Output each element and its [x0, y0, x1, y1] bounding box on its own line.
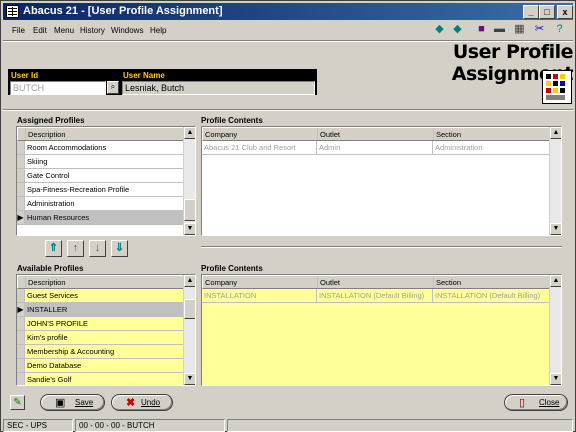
calculator-icon[interactable]: ▦ — [511, 21, 528, 38]
column-header-outlet[interactable]: Outlet — [318, 276, 434, 288]
scroll-up-icon[interactable]: ▲ — [550, 127, 561, 139]
scroll-up-icon[interactable]: ▲ — [184, 275, 195, 287]
table-row[interactable]: Membership & Accounting — [17, 345, 185, 359]
lookup-icon[interactable]: ⌕ — [107, 81, 119, 94]
print-icon[interactable]: ▬ — [491, 21, 508, 38]
save-button[interactable]: ▣ Save — [40, 394, 105, 411]
scroll-down-icon[interactable]: ▼ — [184, 373, 195, 385]
available-profiles-label: Available Profiles — [17, 264, 84, 273]
nav-forward-icon[interactable]: ◆ — [449, 21, 466, 38]
column-header-company[interactable]: Company — [203, 276, 318, 288]
nav-back-icon[interactable]: ◆ — [431, 21, 448, 38]
available-contents-grid: Company Outlet Section INSTALLATION INST… — [201, 274, 562, 386]
notes-icon[interactable]: ✎ — [10, 395, 25, 410]
column-header-section[interactable]: Section — [434, 128, 549, 140]
column-header-outlet[interactable]: Outlet — [318, 128, 434, 140]
status-left: SEC - UPS — [3, 419, 73, 432]
menu-help[interactable]: Help — [150, 26, 166, 35]
table-row-selected[interactable]: ▶ Human Resources — [17, 211, 185, 225]
column-header-section[interactable]: Section — [434, 276, 549, 288]
scroll-down-icon[interactable]: ▼ — [184, 223, 195, 235]
undo-button[interactable]: ✖ Undo — [111, 394, 173, 411]
menu-bar: File Edit Menu History Windows Help — [3, 22, 343, 40]
scroll-thumb[interactable] — [184, 299, 195, 319]
profile-contents-label: Profile Contents — [201, 116, 263, 125]
scroll-up-icon[interactable]: ▲ — [184, 127, 195, 139]
menu-file[interactable]: File — [12, 26, 25, 35]
menu-windows[interactable]: Windows — [111, 26, 143, 35]
assigned-profiles-label: Assigned Profiles — [17, 116, 85, 125]
user-id-label: User Id — [9, 70, 119, 80]
profile-contents-label: Profile Contents — [201, 264, 263, 273]
vertical-scrollbar[interactable]: ▲ ▼ — [549, 127, 561, 235]
move-down-icon[interactable]: ↓ — [89, 240, 106, 257]
grid-header: Description — [17, 275, 185, 289]
move-up-icon[interactable]: ↑ — [67, 240, 84, 257]
vertical-scrollbar[interactable]: ▲ ▼ — [549, 275, 561, 385]
menu-menu[interactable]: Menu — [54, 26, 74, 35]
assigned-contents-grid: Company Outlet Section Abacus 21 Club an… — [201, 126, 562, 236]
scroll-up-icon[interactable]: ▲ — [550, 275, 561, 287]
table-row-selected[interactable]: ▶ INSTALLER — [17, 303, 185, 317]
scroll-down-icon[interactable]: ▼ — [550, 223, 561, 235]
column-header-description[interactable]: Description — [26, 276, 66, 288]
grid-header: Description — [17, 127, 185, 141]
save-icon: ▣ — [55, 397, 66, 409]
user-name-label: User Name — [121, 70, 316, 80]
maximize-button[interactable]: □ — [539, 5, 555, 19]
menu-history[interactable]: History — [80, 26, 105, 35]
table-row[interactable]: Administration — [17, 197, 185, 211]
grid-header: Company Outlet Section — [202, 275, 550, 289]
row-pointer-icon: ▶ — [17, 303, 25, 316]
table-row[interactable]: Skiing — [17, 155, 185, 169]
menu-edit[interactable]: Edit — [33, 26, 47, 35]
table-row[interactable]: Guest Services — [17, 289, 185, 303]
app-window: Abacus 21 - [User Profile Assignment] _ … — [0, 0, 576, 432]
divider — [201, 247, 562, 248]
app-logo-icon — [542, 70, 572, 104]
page-title: User Profile Assignment — [451, 41, 574, 85]
grid-header: Company Outlet Section — [202, 127, 550, 141]
close-button[interactable]: ▯ Close — [504, 394, 568, 411]
help-icon[interactable]: ? — [551, 21, 568, 38]
user-id-field[interactable]: BUTCH — [10, 81, 106, 95]
book-icon[interactable]: ■ — [473, 21, 490, 38]
move-first-icon[interactable]: ⇑ — [45, 240, 62, 257]
table-row[interactable]: Spa-Fitness-Recreation Profile — [17, 183, 185, 197]
column-header-description[interactable]: Description — [26, 128, 66, 140]
user-name-field: Lesniak, Butch — [122, 81, 315, 95]
user-name-group: User Name Lesniak, Butch — [120, 69, 317, 95]
table-row[interactable]: Abacus 21 Club and Resort Admin Administ… — [202, 141, 550, 155]
table-row[interactable]: Sandie's Golf — [17, 373, 185, 385]
table-row[interactable]: Room Accommodations — [17, 141, 185, 155]
assigned-profiles-grid: Description Room Accommodations Skiing G… — [16, 126, 196, 236]
scroll-thumb[interactable] — [184, 199, 195, 221]
table-row[interactable]: Kim's profile — [17, 331, 185, 345]
table-row[interactable]: INSTALLATION INSTALLATION (Default Billi… — [202, 289, 550, 303]
row-pointer-icon: ▶ — [17, 211, 25, 224]
table-row[interactable]: Gate Control — [17, 169, 185, 183]
undo-icon: ✖ — [126, 397, 136, 409]
available-profiles-grid: Description Guest Services ▶ INSTALLER JO… — [16, 274, 196, 386]
scroll-down-icon[interactable]: ▼ — [550, 373, 561, 385]
close-window-button[interactable]: x — [557, 5, 573, 19]
door-icon: ▯ — [519, 397, 526, 409]
user-id-group: User Id BUTCH ⌕ — [8, 69, 120, 95]
table-row[interactable]: JOHN'S PROFILE — [17, 317, 185, 331]
window-title: Abacus 21 - [User Profile Assignment] — [23, 5, 223, 17]
app-icon[interactable] — [6, 5, 19, 18]
title-bar: Abacus 21 - [User Profile Assignment] _ … — [3, 3, 573, 20]
status-bar: SEC - UPS 00 - 00 - 00 - BUTCH — [1, 417, 576, 432]
minimize-button[interactable]: _ — [523, 5, 539, 19]
toolbar: ◆ ◆ ■ ▬ ▦ ✂ ? — [431, 21, 576, 39]
table-row[interactable]: Demo Database — [17, 359, 185, 373]
vertical-scrollbar[interactable]: ▲ ▼ — [183, 275, 195, 385]
status-right — [227, 419, 573, 432]
tools-icon[interactable]: ✂ — [531, 21, 548, 38]
move-last-icon[interactable]: ⇓ — [111, 240, 128, 257]
divider — [3, 110, 573, 111]
status-middle: 00 - 00 - 00 - BUTCH — [75, 419, 225, 432]
column-header-company[interactable]: Company — [203, 128, 318, 140]
vertical-scrollbar[interactable]: ▲ ▼ — [183, 127, 195, 235]
